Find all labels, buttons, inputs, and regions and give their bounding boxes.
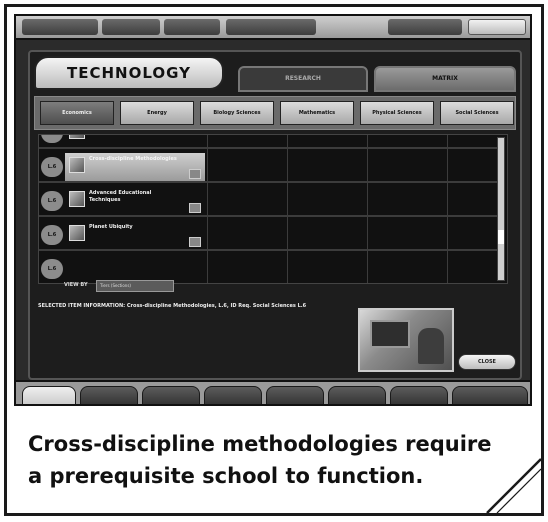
list-item[interactable]: L.6 Advanced Educational Techniques: [39, 185, 501, 217]
toolbar-close-button[interactable]: [468, 19, 526, 35]
bottom-tab[interactable]: [452, 386, 528, 404]
tech-illustration: [358, 308, 454, 372]
bottom-tab[interactable]: [22, 386, 76, 404]
game-screen: TECHNOLOGY RESEARCH MATRIX Economics Ene…: [14, 14, 532, 406]
category-economics[interactable]: Economics: [40, 101, 114, 125]
tech-name: Advanced Educational Techniques: [89, 190, 152, 203]
tier-badge: L.6: [41, 191, 63, 211]
tech-thumbnail: [69, 135, 85, 139]
bottom-tab[interactable]: [266, 386, 324, 404]
bottom-tab[interactable]: [80, 386, 138, 404]
tab-research[interactable]: RESEARCH: [238, 66, 368, 92]
tech-thumbnail: [69, 191, 85, 207]
tier-badge: L.6: [41, 259, 63, 279]
toolbar-button[interactable]: [388, 19, 462, 35]
view-by-dropdown[interactable]: Tiers (Sections): [96, 280, 174, 292]
tier-badge: L.6: [41, 135, 63, 143]
top-toolbar: [16, 16, 530, 40]
toolbar-button[interactable]: [226, 19, 316, 35]
scrollbar-thumb[interactable]: [498, 230, 504, 244]
selected-item-title: SELECTED ITEM INFORMATION: Cross-discipl…: [38, 303, 307, 309]
bottom-tab[interactable]: [390, 386, 448, 404]
bottom-tab[interactable]: [142, 386, 200, 404]
list-item[interactable]: L.6 Planet Ubiquity: [39, 219, 501, 251]
category-biology-sciences[interactable]: Biology Sciences: [200, 101, 274, 125]
close-button[interactable]: CLOSE: [458, 354, 516, 370]
tier-badge: L.6: [41, 225, 63, 245]
category-energy[interactable]: Energy: [120, 101, 194, 125]
tier-badge: L.6: [41, 157, 63, 177]
toolbar-button[interactable]: [102, 19, 160, 35]
technology-window: TECHNOLOGY RESEARCH MATRIX Economics Ene…: [28, 50, 522, 380]
list-item[interactable]: L.6: [39, 135, 501, 149]
tech-name: Cross-discipline Methodologies: [89, 156, 177, 162]
technology-list: L.6 L.6 Cross-discipline Methodologies L…: [38, 134, 508, 284]
monitor-icon: [370, 320, 410, 348]
category-physical-sciences[interactable]: Physical Sciences: [360, 101, 434, 125]
person-icon: [418, 328, 444, 364]
tech-name: Planet Ubiquity: [89, 224, 133, 230]
toolbar-button[interactable]: [22, 19, 98, 35]
selected-item-description: [38, 314, 354, 356]
category-social-sciences[interactable]: Social Sciences: [440, 101, 514, 125]
prereq-icon: [189, 169, 201, 179]
prereq-icon: [189, 203, 201, 213]
tech-thumbnail: [69, 157, 85, 173]
window-title: TECHNOLOGY: [34, 56, 224, 90]
view-by-label: VIEW BY: [64, 282, 88, 288]
prereq-icon: [189, 237, 201, 247]
tab-matrix[interactable]: MATRIX: [374, 66, 516, 92]
bottom-tab[interactable]: [328, 386, 386, 404]
toolbar-button[interactable]: [164, 19, 220, 35]
list-scrollbar[interactable]: [497, 137, 505, 281]
list-item-selected[interactable]: L.6 Cross-discipline Methodologies: [39, 151, 501, 183]
view-by-control: VIEW BY Tiers (Sections): [46, 280, 206, 294]
bottom-nav: [16, 380, 530, 404]
bottom-tab[interactable]: [204, 386, 262, 404]
category-mathematics[interactable]: Mathematics: [280, 101, 354, 125]
caption-text: Cross-discipline methodologies require a…: [28, 432, 492, 488]
tech-thumbnail: [69, 225, 85, 241]
